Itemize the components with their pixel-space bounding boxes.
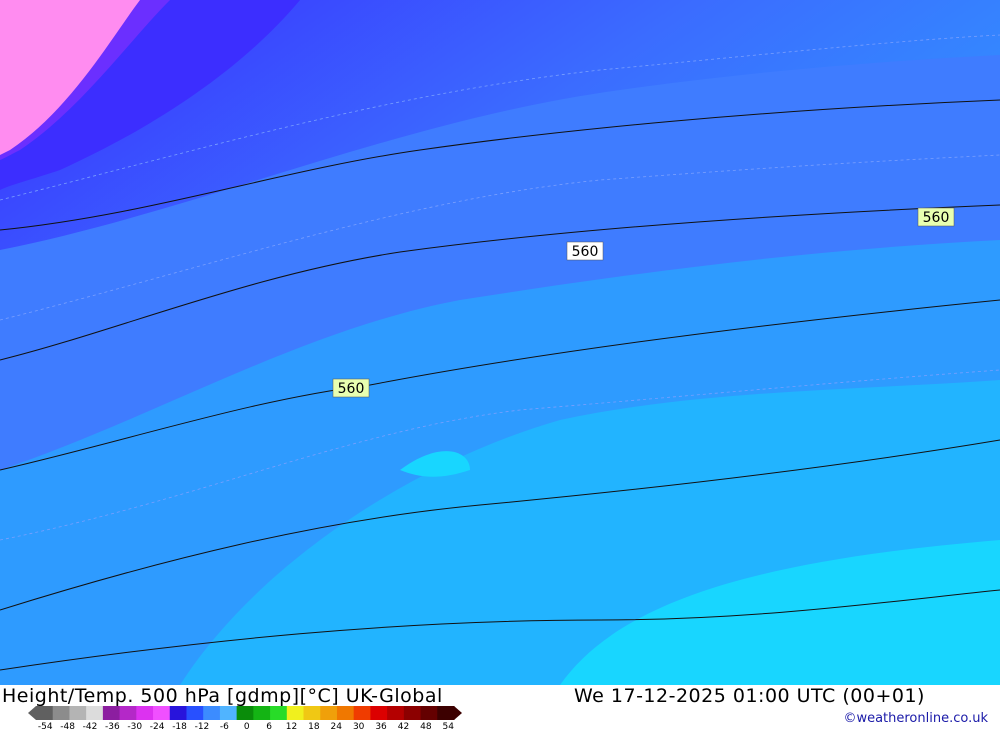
contour-label: 560 — [572, 244, 599, 260]
scale-swatch — [437, 706, 455, 720]
scale-swatch — [336, 706, 355, 720]
scale-swatch — [169, 706, 187, 720]
scale-tick-label: 54 — [442, 722, 454, 732]
scale-tick-label: 48 — [420, 722, 432, 732]
scale-swatch — [320, 706, 338, 720]
scale-tick-label: -48 — [60, 722, 75, 732]
color-scale-ticks: -54 -48 -42 -36 -30 -24 -18 -12 -6 0 6 12 18 24 30 36 42… — [34, 722, 459, 732]
scale-swatch — [69, 706, 87, 720]
scale-tick-label: -42 — [82, 722, 98, 732]
scale-tick-label: 42 — [397, 722, 410, 732]
scale-swatch — [270, 706, 288, 720]
scale-arrow-right — [454, 706, 462, 720]
scale-tick-label: 0 — [243, 722, 250, 732]
scale-tick-label: -24 — [149, 722, 165, 732]
scale-swatch — [403, 706, 422, 720]
scale-swatch — [102, 706, 121, 720]
scale-tick-label: 36 — [375, 722, 387, 732]
color-scale-bar — [28, 706, 462, 720]
scale-swatch — [219, 706, 238, 720]
scale-swatch — [253, 706, 271, 720]
scale-swatch — [52, 706, 70, 720]
map-footer: Height/Temp. 500 hPa [gdmp][°C] UK-Globa… — [0, 685, 1000, 733]
scale-tick-label: 24 — [330, 722, 342, 732]
scale-swatch — [36, 706, 54, 720]
scale-tick-label: -18 — [172, 722, 187, 732]
map-title: Height/Temp. 500 hPa [gdmp][°C] UK-Globa… — [2, 685, 443, 707]
scale-swatch — [387, 706, 405, 720]
scale-swatch — [420, 706, 438, 720]
scale-tick-label: 12 — [285, 722, 298, 732]
contour-label: 560 — [338, 381, 365, 397]
scale-swatch — [303, 706, 321, 720]
credit-link[interactable]: ©weatheronline.co.uk — [843, 711, 988, 726]
scale-swatch — [236, 706, 254, 720]
scale-swatch — [286, 706, 305, 720]
scale-swatch — [119, 706, 137, 720]
contour-label: 560 — [923, 210, 950, 226]
scale-swatch — [86, 706, 104, 720]
scale-swatch — [136, 706, 154, 720]
scale-tick-label: -30 — [127, 722, 143, 732]
scale-tick-label: -54 — [37, 722, 53, 732]
scale-tick-label: 30 — [352, 722, 365, 732]
scale-tick-label: 6 — [266, 722, 272, 732]
scale-swatch — [370, 706, 388, 720]
scale-tick-label: 18 — [308, 722, 320, 732]
scale-tick-label: -36 — [105, 722, 120, 732]
weather-map: 560 560 560 — [0, 0, 1000, 685]
scale-arrow-left — [28, 706, 36, 720]
scale-tick-label: -6 — [219, 722, 229, 732]
scale-swatch — [203, 706, 221, 720]
scale-swatch — [186, 706, 204, 720]
scale-swatch — [353, 706, 371, 720]
scale-swatch — [153, 706, 171, 720]
scale-tick-label: -12 — [194, 722, 210, 732]
temperature-field-map: 560 560 560 — [0, 0, 1000, 685]
map-datetime: We 17-12-2025 01:00 UTC (00+01) — [574, 685, 925, 707]
